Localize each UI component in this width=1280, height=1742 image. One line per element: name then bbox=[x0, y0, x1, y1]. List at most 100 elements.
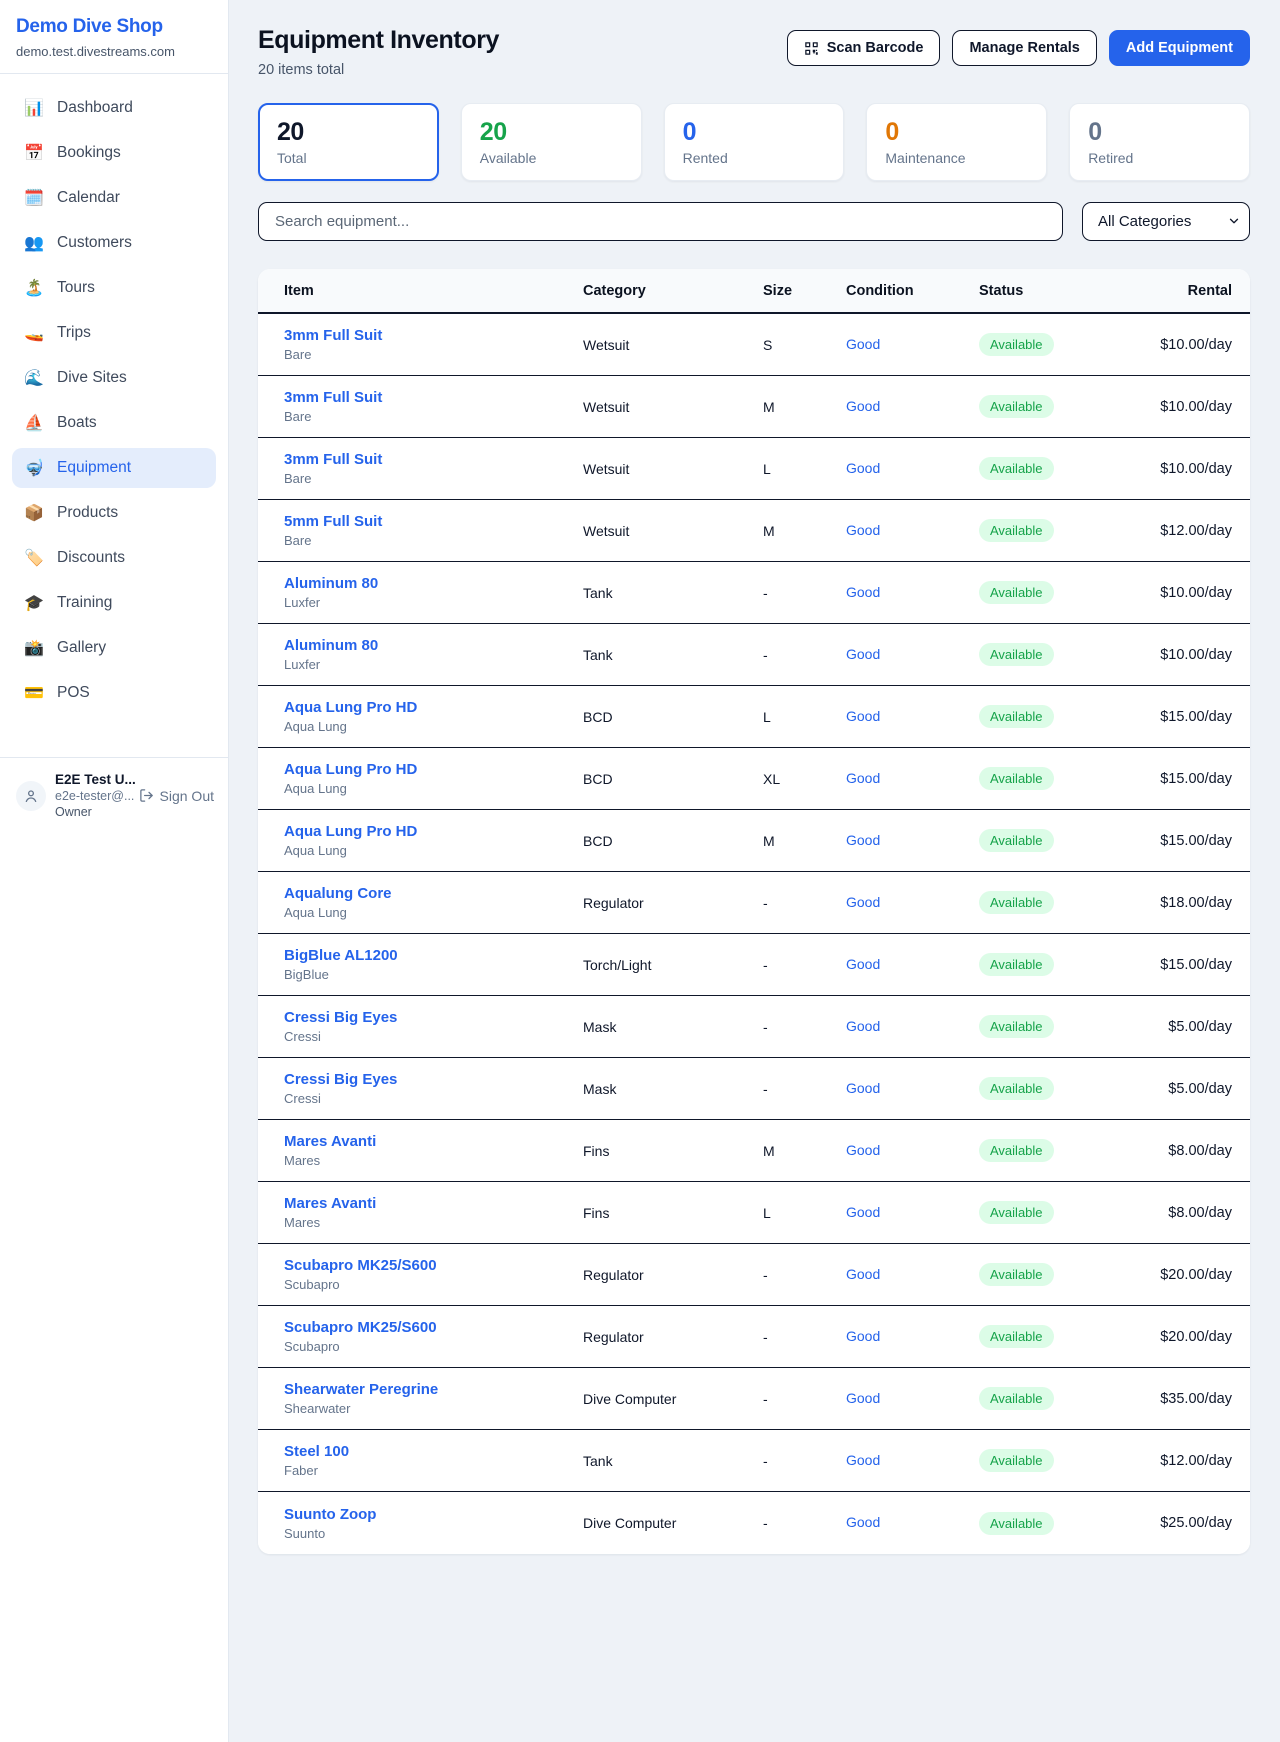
item-link[interactable]: 3mm Full Suit bbox=[284, 389, 583, 406]
sidebar-item-label: Gallery bbox=[57, 639, 106, 657]
item-link[interactable]: 3mm Full Suit bbox=[284, 327, 583, 344]
table-row: Mares Avanti Mares Fins L Good Available… bbox=[258, 1182, 1250, 1244]
sidebar-item[interactable]: 👥 Customers bbox=[12, 223, 216, 263]
item-link[interactable]: Suunto Zoop bbox=[284, 1506, 583, 1523]
table-row: Scubapro MK25/S600 Scubapro Regulator - … bbox=[258, 1244, 1250, 1306]
item-link[interactable]: Aqua Lung Pro HD bbox=[284, 761, 583, 778]
stat-card[interactable]: 20 Total bbox=[258, 103, 439, 181]
category-cell: BCD bbox=[583, 771, 763, 787]
sidebar-item[interactable]: 💳 POS bbox=[12, 673, 216, 713]
item-brand: Luxfer bbox=[284, 657, 583, 672]
condition-link[interactable]: Good bbox=[846, 1514, 880, 1530]
item-link[interactable]: Aqua Lung Pro HD bbox=[284, 823, 583, 840]
rental-cell: $5.00/day bbox=[1129, 1019, 1232, 1035]
gallery-icon: 📸 bbox=[24, 638, 44, 658]
page-title-block: Equipment Inventory 20 items total bbox=[258, 26, 499, 78]
stat-card[interactable]: 0 Rented bbox=[664, 103, 845, 181]
brand-title[interactable]: Demo Dive Shop bbox=[16, 16, 212, 38]
condition-link[interactable]: Good bbox=[846, 1018, 880, 1034]
sidebar-item[interactable]: 🌊 Dive Sites bbox=[12, 358, 216, 398]
condition-link[interactable]: Good bbox=[846, 336, 880, 352]
sidebar-item[interactable]: 🤿 Equipment bbox=[12, 448, 216, 488]
condition-link[interactable]: Good bbox=[846, 708, 880, 724]
item-link[interactable]: Aluminum 80 bbox=[284, 575, 583, 592]
rental-cell: $15.00/day bbox=[1129, 833, 1232, 849]
item-link[interactable]: Aluminum 80 bbox=[284, 637, 583, 654]
table-header-row: Item Category Size Condition Status Rent… bbox=[258, 269, 1250, 314]
rental-cell: $8.00/day bbox=[1129, 1205, 1232, 1221]
condition-link[interactable]: Good bbox=[846, 584, 880, 600]
sidebar-item[interactable]: 🏷️ Discounts bbox=[12, 538, 216, 578]
stat-card[interactable]: 20 Available bbox=[461, 103, 642, 181]
item-link[interactable]: Aqua Lung Pro HD bbox=[284, 699, 583, 716]
condition-link[interactable]: Good bbox=[846, 770, 880, 786]
item-link[interactable]: Shearwater Peregrine bbox=[284, 1381, 583, 1398]
sidebar-item-label: Dashboard bbox=[57, 99, 133, 117]
item-brand: Aqua Lung bbox=[284, 781, 583, 796]
item-link[interactable]: Mares Avanti bbox=[284, 1133, 583, 1150]
stat-card[interactable]: 0 Maintenance bbox=[866, 103, 1047, 181]
sidebar-item[interactable]: 📅 Bookings bbox=[12, 133, 216, 173]
category-select[interactable]: All Categories bbox=[1082, 202, 1250, 241]
sidebar-item-label: Discounts bbox=[57, 549, 125, 567]
sidebar-item[interactable]: 🎓 Training bbox=[12, 583, 216, 623]
condition-link[interactable]: Good bbox=[846, 1390, 880, 1406]
condition-link[interactable]: Good bbox=[846, 522, 880, 538]
condition-link[interactable]: Good bbox=[846, 398, 880, 414]
sidebar-item[interactable]: 🗓️ Calendar bbox=[12, 178, 216, 218]
condition-link[interactable]: Good bbox=[846, 1142, 880, 1158]
item-link[interactable]: BigBlue AL1200 bbox=[284, 947, 583, 964]
status-badge: Available bbox=[979, 457, 1054, 480]
add-equipment-button[interactable]: Add Equipment bbox=[1109, 30, 1250, 66]
condition-link[interactable]: Good bbox=[846, 1452, 880, 1468]
condition-link[interactable]: Good bbox=[846, 1080, 880, 1096]
condition-link[interactable]: Good bbox=[846, 956, 880, 972]
sign-out-button[interactable]: Sign Out bbox=[139, 788, 214, 804]
manage-rentals-button[interactable]: Manage Rentals bbox=[952, 30, 1096, 66]
scan-barcode-button[interactable]: Scan Barcode bbox=[787, 30, 941, 66]
condition-link[interactable]: Good bbox=[846, 1204, 880, 1220]
status-badge: Available bbox=[979, 1201, 1054, 1224]
item-cell: 3mm Full Suit Bare bbox=[284, 451, 583, 486]
table-row: Aqualung Core Aqua Lung Regulator - Good… bbox=[258, 872, 1250, 934]
sidebar-item[interactable]: 📦 Products bbox=[12, 493, 216, 533]
size-cell: M bbox=[763, 399, 846, 415]
item-link[interactable]: Mares Avanti bbox=[284, 1195, 583, 1212]
item-link[interactable]: Steel 100 bbox=[284, 1443, 583, 1460]
rental-cell: $10.00/day bbox=[1129, 337, 1232, 353]
table-row: Scubapro MK25/S600 Scubapro Regulator - … bbox=[258, 1306, 1250, 1368]
item-link[interactable]: Scubapro MK25/S600 bbox=[284, 1319, 583, 1336]
size-cell: M bbox=[763, 523, 846, 539]
sign-out-icon bbox=[139, 788, 154, 803]
sidebar-item[interactable]: 🚤 Trips bbox=[12, 313, 216, 353]
item-link[interactable]: 3mm Full Suit bbox=[284, 451, 583, 468]
search-input[interactable] bbox=[258, 202, 1063, 241]
condition-link[interactable]: Good bbox=[846, 646, 880, 662]
table-row: Shearwater Peregrine Shearwater Dive Com… bbox=[258, 1368, 1250, 1430]
item-brand: Bare bbox=[284, 409, 583, 424]
item-link[interactable]: Cressi Big Eyes bbox=[284, 1071, 583, 1088]
condition-link[interactable]: Good bbox=[846, 460, 880, 476]
item-brand: Luxfer bbox=[284, 595, 583, 610]
condition-link[interactable]: Good bbox=[846, 1266, 880, 1282]
stat-label: Retired bbox=[1088, 150, 1231, 166]
stat-card[interactable]: 0 Retired bbox=[1069, 103, 1250, 181]
condition-link[interactable]: Good bbox=[846, 1328, 880, 1344]
condition-link[interactable]: Good bbox=[846, 832, 880, 848]
item-link[interactable]: Cressi Big Eyes bbox=[284, 1009, 583, 1026]
condition-link[interactable]: Good bbox=[846, 894, 880, 910]
brand-block: Demo Dive Shop demo.test.divestreams.com bbox=[0, 0, 228, 74]
item-link[interactable]: Aqualung Core bbox=[284, 885, 583, 902]
condition-cell: Good bbox=[846, 1328, 979, 1346]
table-row: 3mm Full Suit Bare Wetsuit L Good Availa… bbox=[258, 438, 1250, 500]
category-cell: Tank bbox=[583, 647, 763, 663]
item-link[interactable]: 5mm Full Suit bbox=[284, 513, 583, 530]
sidebar-item[interactable]: 📊 Dashboard bbox=[12, 88, 216, 128]
sidebar-item[interactable]: ⛵ Boats bbox=[12, 403, 216, 443]
sidebar-item[interactable]: 🏝️ Tours bbox=[12, 268, 216, 308]
item-brand: Bare bbox=[284, 347, 583, 362]
rental-cell: $35.00/day bbox=[1129, 1391, 1232, 1407]
item-brand: Bare bbox=[284, 533, 583, 548]
sidebar-item[interactable]: 📸 Gallery bbox=[12, 628, 216, 668]
item-link[interactable]: Scubapro MK25/S600 bbox=[284, 1257, 583, 1274]
